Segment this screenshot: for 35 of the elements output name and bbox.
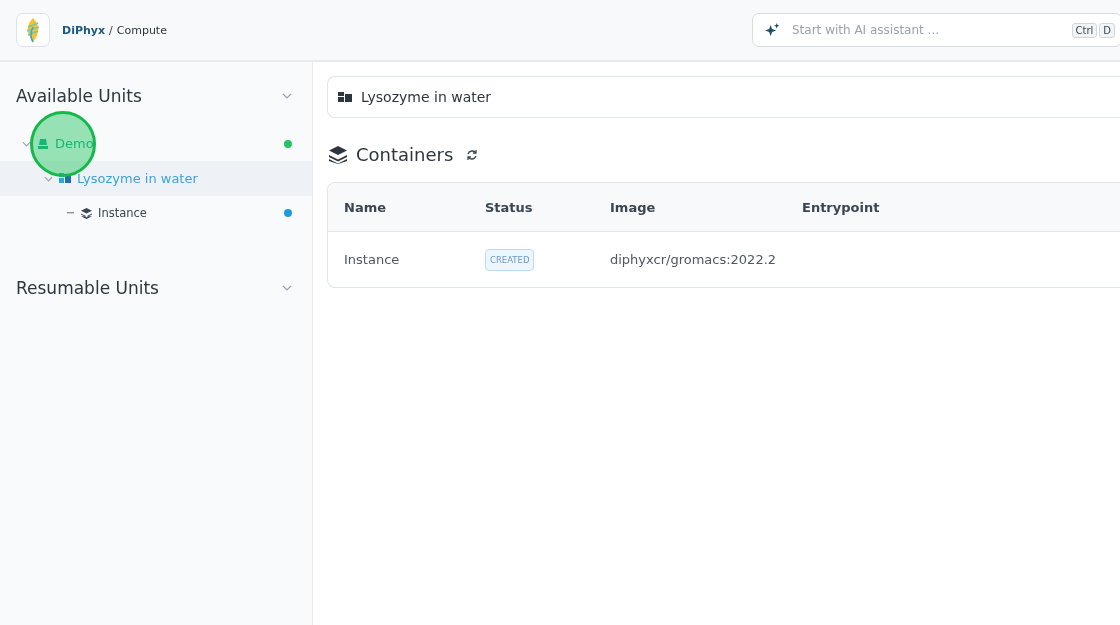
breadcrumb-separator: /	[109, 23, 113, 37]
table-cell-text: Instance	[344, 252, 401, 267]
status-badge: CREATED	[485, 249, 535, 271]
chevron-icon[interactable]	[44, 175, 53, 182]
layers-icon	[329, 145, 347, 164]
chevron-icon[interactable]	[282, 285, 292, 291]
section-heading: Containers	[356, 144, 454, 165]
logo-icon[interactable]	[16, 13, 50, 47]
dash-icon	[66, 212, 75, 214]
server-icon	[37, 137, 49, 150]
blocks-icon	[338, 91, 352, 103]
project-title: Lysozyme in water	[361, 89, 492, 105]
tree-item-label: Lysozyme in water	[77, 171, 199, 186]
shortcut-key: D	[1099, 22, 1115, 38]
column-header: Name	[344, 199, 387, 215]
chevron-icon[interactable]	[282, 93, 292, 99]
tree-item-label: Demo	[55, 136, 95, 151]
layers-icon	[81, 207, 92, 219]
sparkle-icon	[765, 22, 780, 38]
ai-assistant-field[interactable]: Start with AI assistant ... Ctrl D	[752, 13, 1120, 47]
section-title: Available Units	[16, 86, 142, 106]
tree-item[interactable]: Instance	[0, 196, 312, 230]
chevron-icon[interactable]	[22, 140, 31, 147]
breadcrumb-link[interactable]: DiPhyx	[62, 23, 106, 37]
shortcut-key: Ctrl	[1071, 22, 1098, 38]
section-title: Resumable Units	[16, 278, 159, 298]
ai-assistant-input[interactable]: Start with AI assistant ...	[790, 22, 1072, 38]
refresh-icon[interactable]	[466, 148, 479, 161]
tree-item-label: Instance	[98, 206, 148, 220]
breadcrumb-current: Compute	[116, 23, 167, 37]
column-header: Image	[610, 199, 657, 215]
column-header: Status	[485, 199, 534, 215]
blocks-icon	[59, 173, 71, 184]
column-header: Entrypoint	[802, 199, 881, 215]
table-cell-text: diphyxcr/gromacs:2022.2	[610, 252, 778, 267]
